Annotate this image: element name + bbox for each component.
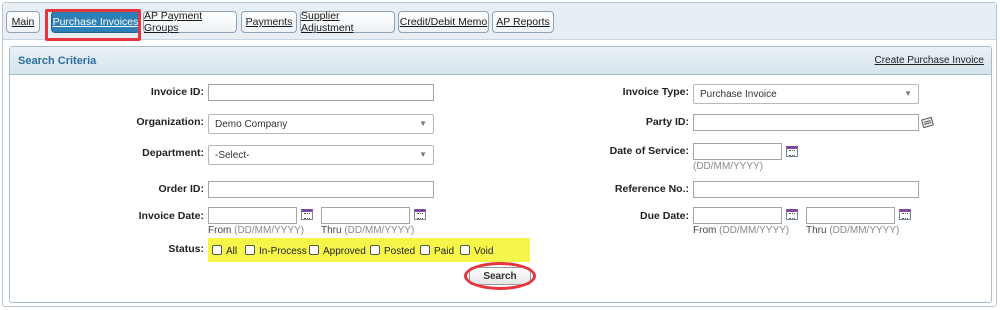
- search-criteria-panel: Search Criteria Create Purchase Invoice …: [9, 46, 992, 303]
- status-posted-label: Posted: [384, 246, 416, 257]
- chevron-down-icon: ▼: [904, 89, 912, 98]
- date-of-service-input[interactable]: [693, 143, 782, 160]
- invoice-id-label: Invoice ID:: [150, 86, 204, 98]
- tab-ap-payment-groups[interactable]: AP Payment Groups: [143, 10, 237, 34]
- organization-label: Organization:: [136, 116, 204, 128]
- search-button[interactable]: Search: [469, 267, 531, 285]
- party-id-label: Party ID:: [645, 116, 689, 128]
- invoice-type-value: Purchase Invoice: [700, 89, 777, 100]
- status-approved-checkbox[interactable]: [309, 245, 319, 255]
- chevron-down-icon: ▼: [419, 119, 427, 128]
- calendar-icon[interactable]: [414, 209, 426, 220]
- status-paid-label: Paid: [434, 246, 455, 257]
- from-label: From: [208, 225, 232, 236]
- tab-purchase-invoices[interactable]: Purchase Invoices: [51, 11, 140, 33]
- status-all-label: All: [226, 246, 238, 257]
- date-of-service-hint: (DD/MM/YYYY): [693, 161, 763, 172]
- organization-value: Demo Company: [215, 119, 288, 130]
- calendar-icon[interactable]: [301, 209, 313, 220]
- status-in-process-checkbox[interactable]: [245, 245, 255, 255]
- order-id-label: Order ID:: [158, 183, 204, 195]
- status-label: Status:: [168, 243, 204, 255]
- status-options-highlight: All In-Process Approved Posted Paid Void: [208, 238, 530, 262]
- department-value: -Select-: [215, 150, 250, 161]
- panel-title: Search Criteria: [18, 55, 97, 67]
- tab-ap-reports[interactable]: AP Reports: [492, 11, 554, 33]
- status-all-checkbox[interactable]: [212, 245, 222, 255]
- invoice-date-thru-input[interactable]: [321, 207, 410, 224]
- status-posted-checkbox[interactable]: [370, 245, 380, 255]
- date-format-hint: (DD/MM/YYYY): [719, 225, 790, 236]
- department-label: Department:: [142, 147, 204, 159]
- thru-label: Thru: [806, 225, 827, 236]
- status-in-process-label: In-Process: [259, 246, 307, 257]
- tab-main[interactable]: Main: [6, 11, 40, 33]
- tab-credit-debit-memo[interactable]: Credit/Debit Memo: [398, 11, 489, 33]
- date-format-hint: (DD/MM/YYYY): [344, 225, 415, 236]
- calendar-icon[interactable]: [786, 146, 798, 157]
- tab-bar: Main Purchase Invoices AP Payment Groups…: [3, 3, 996, 40]
- invoice-type-select[interactable]: Purchase Invoice ▼: [693, 84, 919, 104]
- invoice-date-from-hint: From (DD/MM/YYYY): [208, 225, 304, 236]
- date-format-hint: (DD/MM/YYYY): [234, 225, 305, 236]
- status-void-label: Void: [474, 246, 494, 257]
- due-date-from-hint: From (DD/MM/YYYY): [693, 225, 789, 236]
- tab-payments[interactable]: Payments: [241, 11, 297, 33]
- status-void-checkbox[interactable]: [460, 245, 470, 255]
- invoice-id-input[interactable]: [208, 84, 434, 101]
- chevron-down-icon: ▼: [419, 150, 427, 159]
- status-approved-label: Approved: [323, 246, 366, 257]
- order-id-input[interactable]: [208, 181, 434, 198]
- panel-header: Search Criteria Create Purchase Invoice: [10, 47, 991, 75]
- invoice-date-label: Invoice Date:: [138, 210, 204, 222]
- reference-no-label: Reference No.:: [614, 183, 689, 195]
- organization-select[interactable]: Demo Company ▼: [208, 114, 434, 134]
- calendar-icon[interactable]: [786, 209, 798, 220]
- party-lookup-icon[interactable]: [921, 116, 934, 129]
- due-date-thru-input[interactable]: [806, 207, 895, 224]
- invoice-date-thru-hint: Thru (DD/MM/YYYY): [321, 225, 414, 236]
- due-date-from-input[interactable]: [693, 207, 782, 224]
- reference-no-input[interactable]: [693, 181, 919, 198]
- date-of-service-label: Date of Service:: [609, 145, 689, 157]
- tab-supplier-adjustment[interactable]: Supplier Adjustment: [300, 10, 395, 34]
- thru-label: Thru: [321, 225, 342, 236]
- date-format-hint: (DD/MM/YYYY): [829, 225, 900, 236]
- department-select[interactable]: -Select- ▼: [208, 145, 434, 165]
- due-date-label: Due Date:: [639, 210, 689, 222]
- invoice-type-label: Invoice Type:: [622, 86, 689, 98]
- calendar-icon[interactable]: [899, 209, 911, 220]
- create-purchase-invoice-link[interactable]: Create Purchase Invoice: [874, 55, 984, 66]
- from-label: From: [693, 225, 717, 236]
- party-id-input[interactable]: [693, 114, 919, 131]
- status-paid-checkbox[interactable]: [420, 245, 430, 255]
- invoice-date-from-input[interactable]: [208, 207, 297, 224]
- due-date-thru-hint: Thru (DD/MM/YYYY): [806, 225, 899, 236]
